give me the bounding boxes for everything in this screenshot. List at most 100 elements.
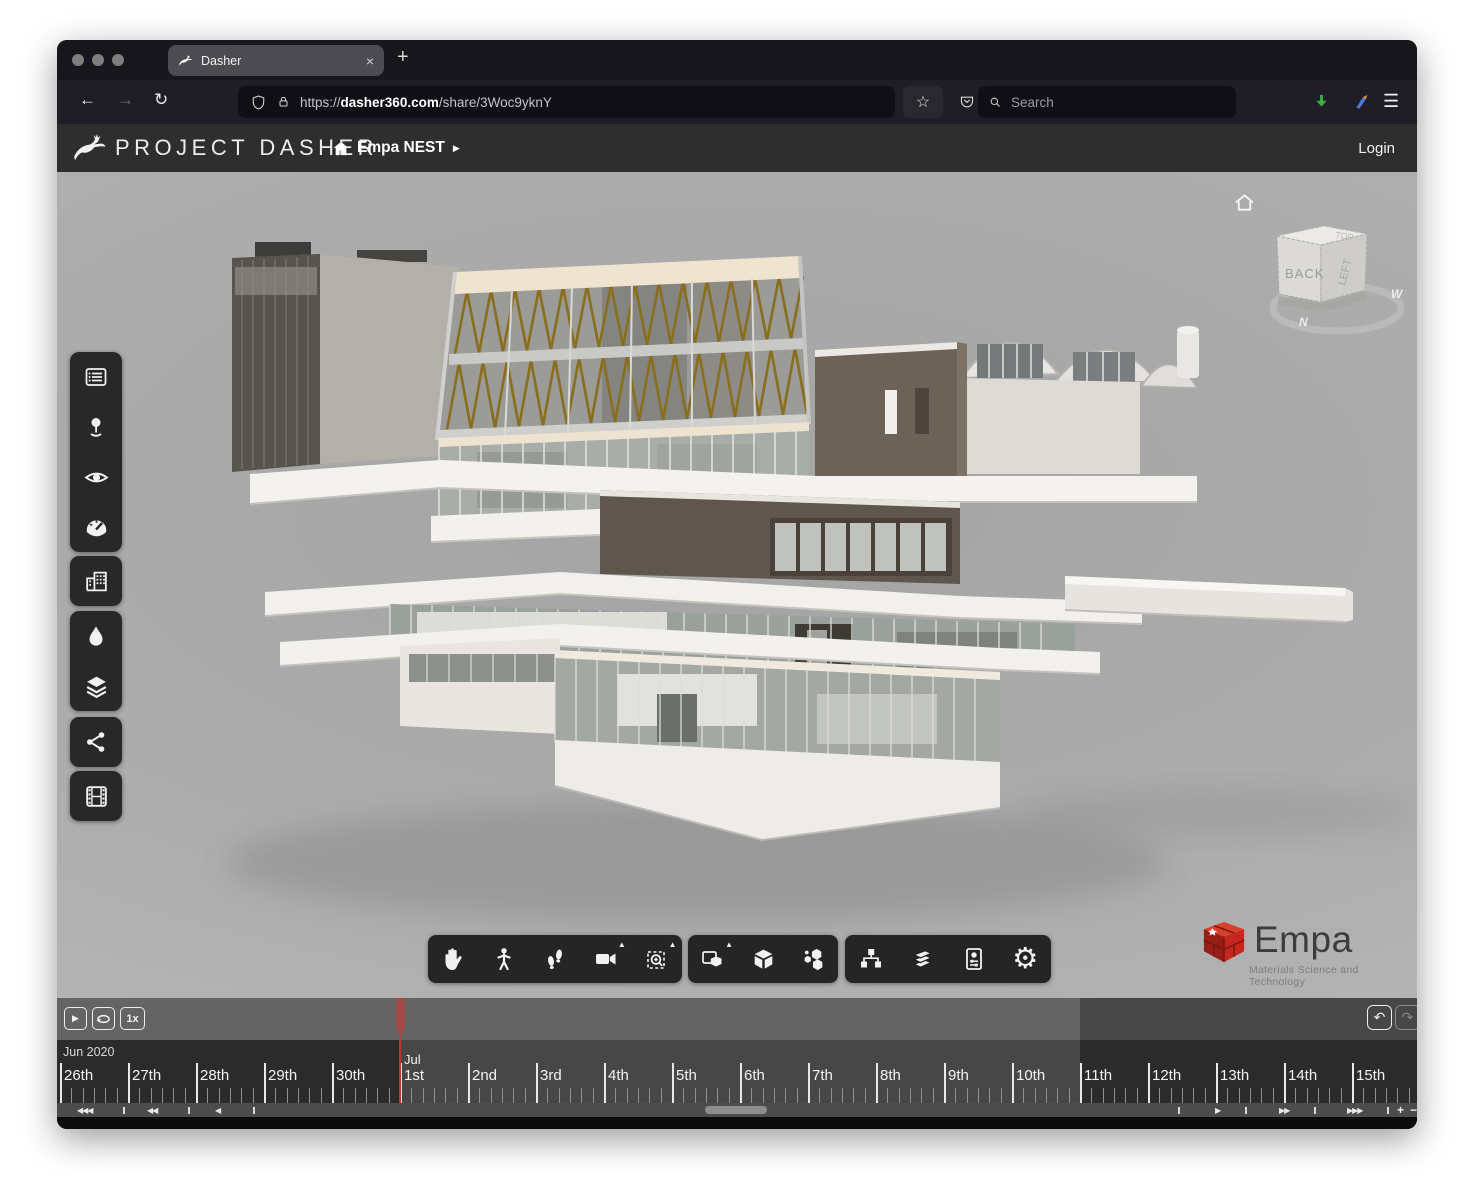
search-bar[interactable] [978, 86, 1236, 118]
viewcube[interactable]: N W BACK TOP LEFT [1249, 210, 1417, 342]
skip-back-medium-button[interactable]: ◀◀ [147, 1103, 157, 1117]
shield-icon[interactable] [250, 94, 267, 111]
building-levels-button[interactable] [70, 556, 122, 606]
toolbar-model-group: ⚙ [845, 935, 1051, 983]
toolbar-view-group: ▲ [688, 935, 838, 983]
footprints-tool-button[interactable] [531, 937, 579, 981]
view-orientation-button[interactable]: ▲ [689, 937, 737, 981]
model-cube-button[interactable] [739, 937, 787, 981]
timeline-zoom-in-button[interactable]: + [1397, 1103, 1404, 1117]
timeline-day[interactable]: Jul1st [400, 1040, 468, 1103]
timeline-dates-band[interactable]: Jun 2020 26th27th28th29th30thJul1st2nd3r… [57, 1040, 1417, 1103]
timeline-day[interactable]: 7th [808, 1040, 876, 1103]
timeline-day[interactable]: 10th [1012, 1040, 1080, 1103]
extension-pen-icon[interactable] [1352, 92, 1371, 111]
minimize-window-button[interactable] [92, 54, 104, 66]
maximize-window-button[interactable] [112, 54, 124, 66]
window-controls [72, 54, 124, 66]
login-button[interactable]: Login [1358, 140, 1395, 157]
sidebar-group-media [70, 771, 122, 821]
browser-tab[interactable]: Dasher × [168, 45, 384, 76]
pin-sensor-button[interactable] [70, 402, 122, 452]
timeline-day[interactable]: 4th [604, 1040, 672, 1103]
timeline-day[interactable]: 30th [332, 1040, 400, 1103]
redo-icon: ↷ [1402, 1009, 1414, 1026]
systems-cluster-button[interactable] [789, 937, 837, 981]
model-viewport[interactable]: N W BACK TOP LEFT [57, 172, 1417, 998]
breadcrumb-expand-icon[interactable]: ▶ [453, 143, 460, 154]
timeline-day[interactable]: 8th [876, 1040, 944, 1103]
tab-favicon-deer-icon [178, 53, 193, 68]
walk-tool-button[interactable] [480, 937, 528, 981]
timeline-day[interactable]: 15th [1352, 1040, 1417, 1103]
timeline-day[interactable]: 28th [196, 1040, 264, 1103]
lock-icon[interactable] [276, 94, 291, 110]
timeline-day[interactable]: 26th [60, 1040, 128, 1103]
film-animation-button[interactable] [70, 771, 122, 821]
empa-logo: Empa Materials Science and Technology [1203, 920, 1413, 988]
sheets-icon [909, 946, 936, 973]
layers-button[interactable] [70, 661, 122, 711]
timeline-day[interactable]: 12th [1148, 1040, 1216, 1103]
timeline-day[interactable]: 29th [264, 1040, 332, 1103]
skip-back-fast-button[interactable]: ◀◀◀ [77, 1103, 92, 1117]
skip-forward-button[interactable]: ▶ [1215, 1103, 1220, 1117]
skip-forward-fast-button[interactable]: ▶▶▶ [1347, 1103, 1362, 1117]
timeline-day[interactable]: 5th [672, 1040, 740, 1103]
close-window-button[interactable] [72, 54, 84, 66]
timeline-cursor-line[interactable] [399, 1040, 401, 1103]
dasher-deer-logo-icon [71, 130, 108, 165]
sidebar-group-data [70, 611, 122, 711]
dashboard-gauge-button[interactable] [70, 502, 122, 552]
timeline-day[interactable]: 3rd [536, 1040, 604, 1103]
skip-back-button[interactable]: ◀ [215, 1103, 220, 1117]
bookmark-star-button[interactable]: ☆ [903, 86, 943, 118]
cube-icon [750, 946, 777, 973]
empa-cube-icon [1203, 920, 1245, 966]
visibility-button[interactable] [70, 452, 122, 502]
forward-icon[interactable]: → [117, 90, 134, 110]
timeline-scrollbar[interactable]: ◀◀◀ ◀◀ ◀ ▶ ▶▶ ▶▶▶ + − [57, 1103, 1417, 1117]
model-browser-button[interactable] [847, 937, 895, 981]
download-icon[interactable] [1312, 92, 1331, 111]
sidebar-group-building [70, 556, 122, 606]
redo-button[interactable]: ↷ [1395, 1005, 1417, 1030]
scroll-divider [1387, 1107, 1389, 1114]
film-icon [83, 783, 110, 810]
legend-list-button[interactable] [70, 352, 122, 402]
timeline-play-button[interactable]: ▶ [64, 1007, 87, 1030]
timeline-zoom-out-button[interactable]: − [1410, 1103, 1417, 1117]
hamburger-menu-icon[interactable]: ☰ [1383, 91, 1399, 112]
levels-layers-button[interactable] [898, 937, 946, 981]
building-icon [83, 568, 110, 595]
undo-button[interactable]: ↶ [1367, 1005, 1392, 1030]
tab-close-icon[interactable]: × [366, 53, 374, 69]
reload-icon[interactable]: ↻ [154, 90, 168, 110]
share-button[interactable] [70, 717, 122, 767]
properties-panel-button[interactable] [950, 937, 998, 981]
water-droplet-button[interactable] [70, 611, 122, 661]
pan-tool-button[interactable] [429, 937, 477, 981]
camera-tool-button[interactable]: ▲ [582, 937, 630, 981]
new-tab-button[interactable]: + [397, 46, 409, 69]
sidebar-group-main [70, 352, 122, 552]
back-icon[interactable]: ← [79, 90, 96, 110]
timeline-day[interactable]: 13th [1216, 1040, 1284, 1103]
timeline-loop-button[interactable] [92, 1007, 115, 1030]
scrollbar-thumb[interactable] [705, 1106, 767, 1114]
zoom-window-tool-button[interactable]: ▲ [633, 937, 681, 981]
breadcrumb[interactable]: Empa NEST ▶ [333, 139, 460, 157]
search-input[interactable] [1011, 95, 1191, 110]
timeline-speed-button[interactable]: 1x [120, 1007, 145, 1030]
timeline-day[interactable]: 27th [128, 1040, 196, 1103]
url-bar[interactable]: https://dasher360.com/share/3Woc9yknY [238, 86, 895, 118]
timeline-day[interactable]: 14th [1284, 1040, 1352, 1103]
timeline-day[interactable]: 6th [740, 1040, 808, 1103]
skip-forward-medium-button[interactable]: ▶▶ [1279, 1103, 1289, 1117]
timeline-day[interactable]: 11th [1080, 1040, 1148, 1103]
settings-button[interactable]: ⚙ [1001, 937, 1049, 981]
submenu-badge-icon: ▲ [618, 940, 626, 949]
hexagon-cluster-icon [800, 946, 827, 973]
timeline-day[interactable]: 9th [944, 1040, 1012, 1103]
timeline-day[interactable]: 2nd [468, 1040, 536, 1103]
